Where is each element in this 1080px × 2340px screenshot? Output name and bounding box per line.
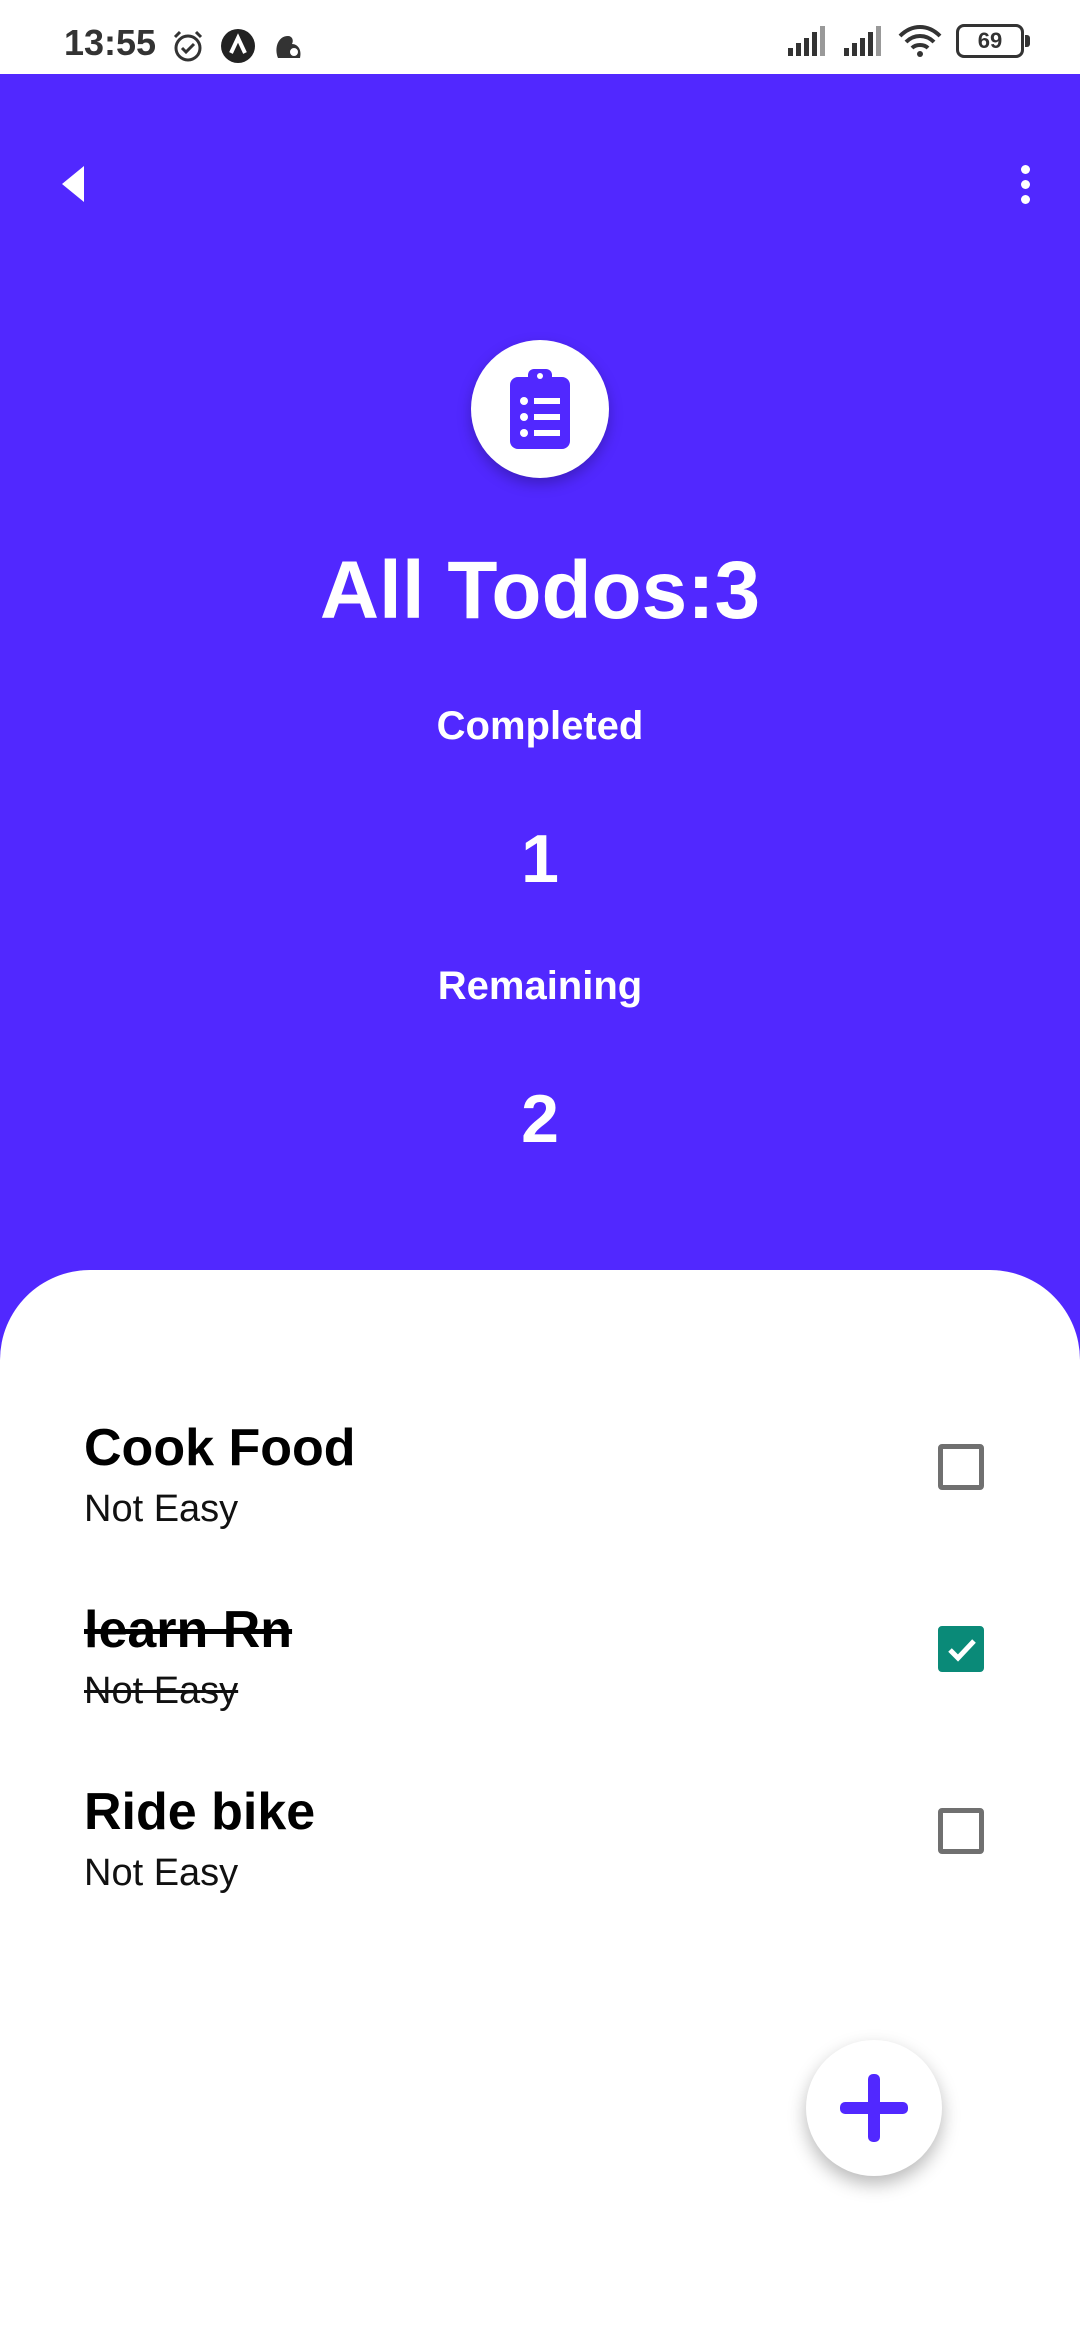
todo-title: Ride bike xyxy=(84,1783,316,1841)
page-title: All Todos:3 xyxy=(319,545,761,636)
todo-checkbox[interactable] xyxy=(938,1808,984,1854)
todo-summary-header: All Todos:3 Completed 1 Remaining 2 xyxy=(0,74,1080,1374)
status-left-icons xyxy=(170,28,306,64)
more-options-button[interactable] xyxy=(1000,154,1050,214)
battery-icon: 69 xyxy=(956,24,1030,58)
checkmark-icon xyxy=(948,1639,976,1662)
app-icon xyxy=(221,29,255,63)
todo-checkbox[interactable] xyxy=(938,1626,984,1672)
todo-title: learn Rn xyxy=(84,1601,293,1659)
squirrel-icon xyxy=(276,36,301,58)
signal-icon xyxy=(788,26,825,56)
more-vert-icon xyxy=(1020,164,1030,174)
remaining-count: 2 xyxy=(521,1081,559,1157)
todo-title: Cook Food xyxy=(84,1419,356,1477)
status-time: 13:55 xyxy=(64,22,157,63)
back-icon xyxy=(62,166,84,202)
plus-icon xyxy=(840,2074,908,2142)
more-vert-dot xyxy=(1020,194,1030,204)
completed-count: 1 xyxy=(521,821,559,897)
todo-subtitle: Not Easy xyxy=(84,1852,239,1894)
clipboard-badge xyxy=(471,340,609,478)
todo-item[interactable]: Cook Food Not Easy xyxy=(84,1416,996,1546)
alarm-icon xyxy=(173,30,203,62)
wifi-icon xyxy=(898,25,942,57)
add-todo-button[interactable] xyxy=(806,2040,942,2176)
todo-checkbox[interactable] xyxy=(938,1444,984,1490)
back-button[interactable] xyxy=(48,154,98,214)
signal-icon xyxy=(844,26,881,56)
remaining-label: Remaining xyxy=(437,964,643,1008)
status-right: 69 xyxy=(786,24,1030,58)
todo-subtitle: Not Easy xyxy=(84,1488,239,1530)
todo-list-sheet: Cook Food Not Easy learn Rn Not Easy Rid… xyxy=(0,1270,1080,2340)
status-bar: 13:55 69 xyxy=(0,0,1080,74)
clipboard-icon xyxy=(510,369,570,449)
completed-label: Completed xyxy=(436,704,644,748)
todo-item[interactable]: learn Rn Not Easy xyxy=(84,1598,996,1728)
more-vert-dot xyxy=(1020,179,1030,189)
todo-subtitle: Not Easy xyxy=(84,1670,239,1712)
todo-item[interactable]: Ride bike Not Easy xyxy=(84,1780,996,1910)
